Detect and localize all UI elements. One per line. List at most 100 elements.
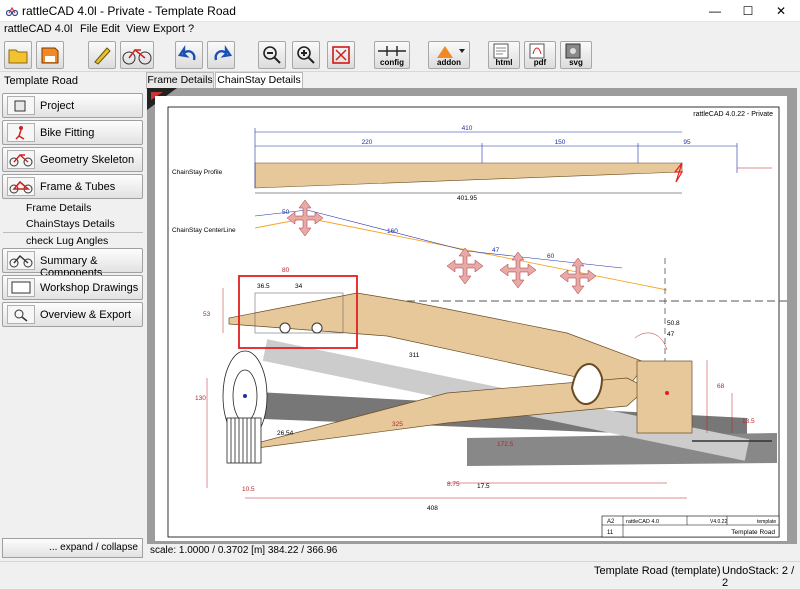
fit-view-button[interactable] bbox=[327, 41, 355, 69]
dim-34: 34 bbox=[295, 283, 303, 290]
maximize-button[interactable]: ☐ bbox=[733, 0, 763, 22]
redo-icon bbox=[214, 45, 233, 61]
dim-47: 47 bbox=[492, 247, 500, 254]
bicycle-icon bbox=[122, 48, 152, 65]
title-block-size: A2 bbox=[607, 519, 615, 525]
pencil-icon bbox=[94, 47, 111, 65]
drawing-icon bbox=[7, 278, 35, 297]
dim-60: 60 bbox=[547, 253, 555, 260]
pivot-circle bbox=[279, 322, 291, 334]
menu-app-name: rattleCAD 4.0l bbox=[4, 23, 73, 35]
sidebar-item-project[interactable]: Project bbox=[2, 93, 143, 118]
dim-408: 408 bbox=[427, 505, 438, 512]
dim-80: 80 bbox=[282, 267, 290, 274]
sidebar-item-label: Frame & Tubes bbox=[40, 181, 116, 193]
folder-icon bbox=[8, 49, 28, 64]
profile-label: ChainStay Profile bbox=[172, 169, 223, 176]
drawing-canvas[interactable]: rattleCAD 4.0.22 - Private ChainStay Pro… bbox=[147, 88, 797, 544]
menu-file[interactable]: File bbox=[80, 23, 98, 35]
sidebar: Project Bike Fitting Geometry Skeleton F… bbox=[0, 90, 145, 560]
update-button[interactable] bbox=[88, 41, 116, 69]
dim-10-5: 10.5 bbox=[242, 486, 255, 493]
export-svg-button[interactable]: svg bbox=[560, 41, 592, 69]
menu-export[interactable]: Export bbox=[153, 23, 185, 35]
dim-8-75: 8.75 bbox=[447, 481, 460, 488]
status-undo: UndoStack: 2 / 2 bbox=[722, 565, 795, 589]
sidebar-item-workshop-drawings[interactable]: Workshop Drawings bbox=[2, 275, 143, 300]
zoom-in-icon bbox=[297, 46, 315, 64]
zoom-out-button[interactable] bbox=[258, 41, 286, 69]
menu-edit[interactable]: Edit bbox=[101, 23, 120, 35]
dim-410: 410 bbox=[462, 125, 473, 132]
sidebar-item-check-lug-angles[interactable]: check Lug Angles bbox=[26, 235, 108, 247]
menu-view[interactable]: View bbox=[126, 23, 150, 35]
toolbar: config addon html pdf svg bbox=[0, 38, 800, 72]
title-block-template: template bbox=[757, 519, 776, 525]
dim-47b: 47 bbox=[667, 331, 675, 338]
dim-68: 68 bbox=[717, 383, 725, 390]
config-label: config bbox=[380, 58, 404, 67]
dim-50-8: 50.8 bbox=[667, 320, 680, 327]
minimize-button[interactable]: — bbox=[700, 0, 730, 22]
dim-160: 160 bbox=[387, 228, 398, 235]
config-button[interactable]: config bbox=[374, 41, 410, 69]
open-folder-button[interactable] bbox=[4, 41, 32, 69]
sidebar-item-chainstays-details[interactable]: ChainStays Details bbox=[26, 218, 115, 230]
dim-325: 325 bbox=[392, 421, 403, 428]
centerline-label: ChainStay CenterLine bbox=[172, 227, 236, 234]
pdf-label: pdf bbox=[533, 58, 547, 67]
title-block: A2 rattleCAD 4.0 V4.0.22 template 11 Tem… bbox=[601, 515, 780, 538]
close-button[interactable]: ✕ bbox=[766, 0, 796, 22]
dim-36-5: 36.5 bbox=[257, 283, 270, 290]
addon-label: addon bbox=[437, 58, 461, 67]
dropout-block bbox=[636, 360, 693, 434]
menu-bar: rattleCAD 4.0l File Edit View Export ? bbox=[0, 22, 800, 38]
sidebar-item-geometry-skeleton[interactable]: Geometry Skeleton bbox=[2, 147, 143, 172]
html-label: html bbox=[495, 58, 513, 67]
project-icon bbox=[7, 96, 35, 115]
save-button[interactable] bbox=[36, 41, 64, 69]
drawing-svg[interactable]: rattleCAD 4.0.22 - Private ChainStay Pro… bbox=[147, 88, 797, 544]
drawing-header: rattleCAD 4.0.22 - Private bbox=[693, 111, 773, 118]
pivot-circle bbox=[311, 322, 323, 334]
dim-17-5: 17.5 bbox=[477, 483, 490, 490]
zoom-out-icon bbox=[263, 46, 281, 64]
status-project: Template Road (template) bbox=[594, 565, 721, 577]
expand-collapse-button[interactable]: ... expand / collapse bbox=[2, 538, 143, 558]
title-bar: rattleCAD 4.0l - Private - Template Road… bbox=[0, 0, 800, 22]
sidebar-item-summary-components[interactable]: Summary & Components bbox=[2, 248, 143, 279]
bottom-bracket-center bbox=[243, 394, 247, 398]
dim-130: 130 bbox=[195, 395, 206, 402]
dim-150: 150 bbox=[555, 139, 566, 146]
title-block-version: V4.0.22 bbox=[710, 519, 727, 525]
title-block-sheet: 11 bbox=[607, 530, 614, 536]
export-html-button[interactable]: html bbox=[488, 41, 520, 69]
redo-button[interactable] bbox=[207, 41, 235, 69]
sidebar-item-bike-fitting[interactable]: Bike Fitting bbox=[2, 120, 143, 145]
sidebar-item-label: Geometry Skeleton bbox=[40, 154, 135, 166]
undo-button[interactable] bbox=[175, 41, 203, 69]
fit-screen-icon bbox=[332, 46, 350, 64]
sidebar-item-label: Project bbox=[40, 100, 75, 112]
title-block-name: Template Road bbox=[731, 529, 775, 536]
dim-311: 311 bbox=[409, 352, 420, 359]
tab-chainstay-details[interactable]: ChainStay Details bbox=[215, 72, 303, 89]
export-pdf-button[interactable]: pdf bbox=[524, 41, 556, 69]
sidebar-item-frame-tubes[interactable]: Frame & Tubes bbox=[2, 174, 143, 199]
tab-frame-details[interactable]: Frame Details bbox=[146, 72, 214, 89]
render-button[interactable] bbox=[120, 41, 154, 69]
addon-button[interactable]: addon bbox=[428, 41, 470, 69]
undo-icon bbox=[177, 45, 196, 61]
zoom-in-button[interactable] bbox=[292, 41, 320, 69]
rider-icon bbox=[7, 123, 35, 142]
bottom-bracket-assembly bbox=[222, 350, 268, 464]
dim-220: 220 bbox=[362, 139, 373, 146]
sidebar-item-frame-details[interactable]: Frame Details bbox=[26, 202, 91, 214]
menu-help[interactable]: ? bbox=[188, 23, 194, 35]
dim-13-5: 13.5 bbox=[742, 418, 755, 425]
sidebar-item-overview-export[interactable]: Overview & Export bbox=[2, 302, 143, 327]
dim-172-5: 172.5 bbox=[497, 441, 514, 448]
dim-401-95: 401.95 bbox=[457, 195, 477, 202]
canvas-status-line: scale: 1.0000 / 0.3702 [m] 384.22 / 366.… bbox=[147, 544, 797, 558]
status-bar: Template Road (template) UndoStack: 2 / … bbox=[0, 561, 800, 589]
